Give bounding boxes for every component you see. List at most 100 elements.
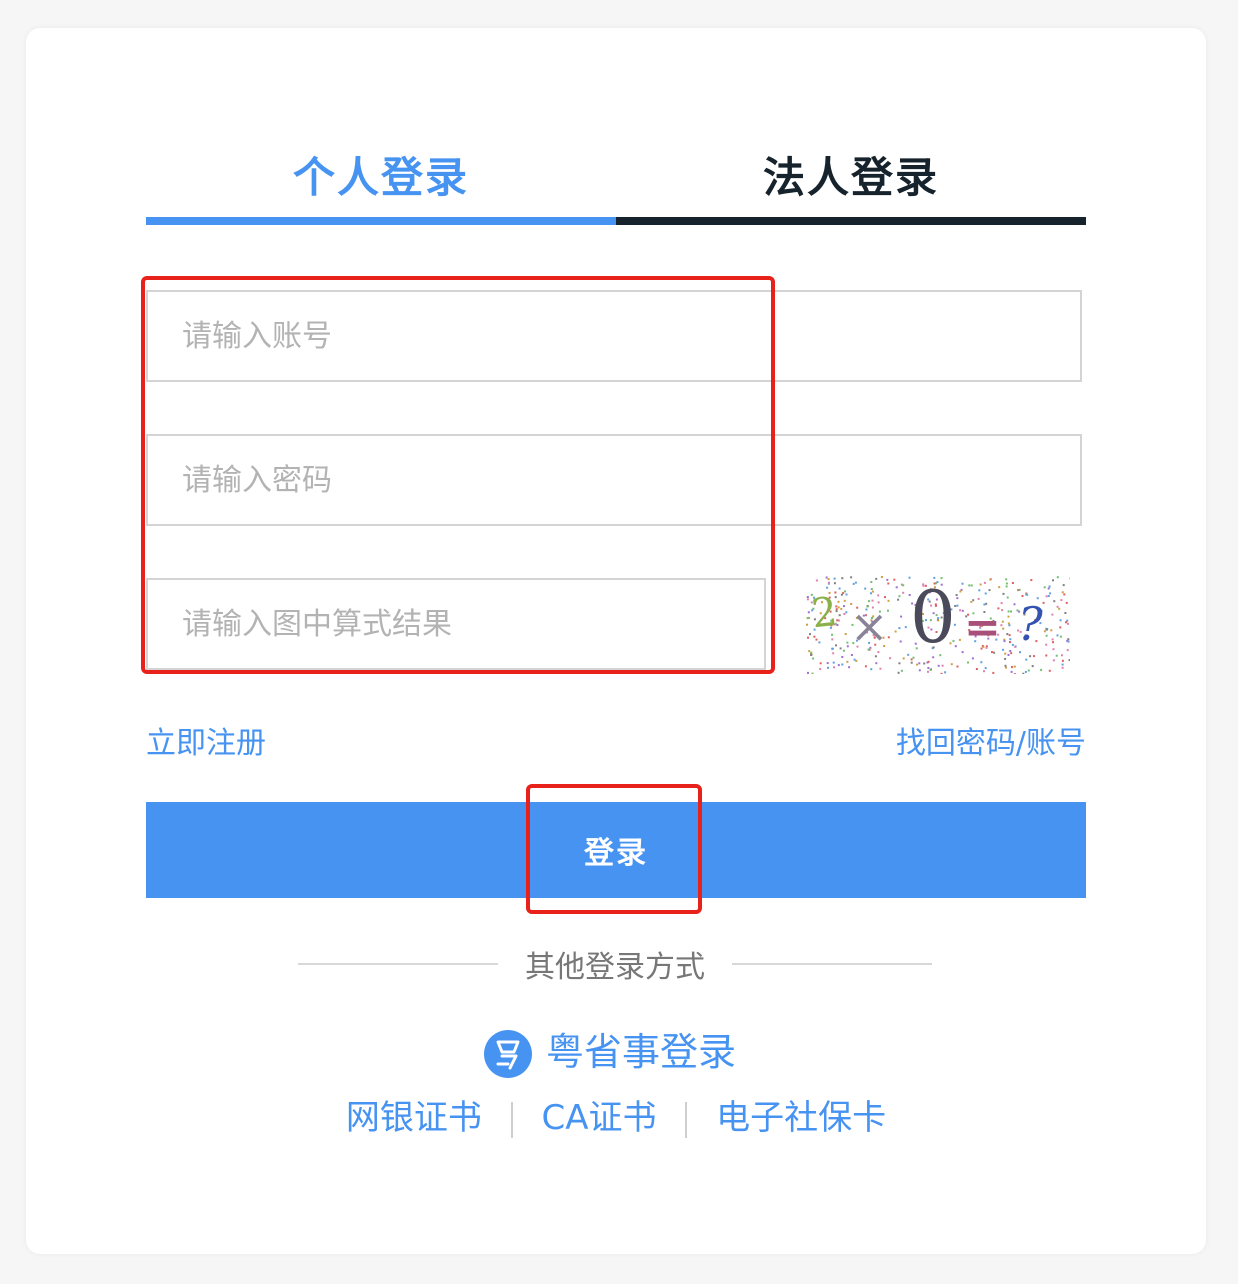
- yueshengshi-logo-icon: [484, 1030, 532, 1078]
- captcha-noise-dot: [1066, 649, 1069, 652]
- captcha-noise-dot: [1043, 630, 1046, 633]
- captcha-noise-dot: [902, 657, 905, 660]
- captcha-noise-dot: [827, 578, 830, 581]
- captcha-noise-dot: [1059, 619, 1062, 622]
- tab-personal-label: 个人登录: [292, 153, 469, 202]
- captcha-noise-dot: [1011, 666, 1013, 669]
- captcha-noise-dot: [1045, 595, 1048, 598]
- captcha-noise-dot: [846, 645, 849, 648]
- captcha-noise-dot: [806, 598, 809, 601]
- other-login-methods: 网银证书 CA证书 电子社保卡: [26, 1096, 1206, 1140]
- social-security-card-link[interactable]: 电子社保卡: [716, 1098, 886, 1138]
- captcha-noise-dot: [1056, 634, 1059, 637]
- captcha-noise-dot: [837, 664, 840, 667]
- captcha-noise-dot: [944, 671, 947, 674]
- captcha-noise-dot: [1043, 586, 1046, 589]
- captcha-noise-dot: [1004, 657, 1007, 660]
- tab-personal-login[interactable]: 个人登录: [146, 28, 616, 226]
- captcha-noise-dot: [806, 596, 809, 598]
- captcha-noise-dot: [1068, 659, 1070, 662]
- captcha-noise-dot: [980, 661, 983, 664]
- captcha-noise-dot: [841, 577, 844, 580]
- captcha-noise-dot: [855, 659, 858, 662]
- captcha-noise-dot: [1056, 605, 1059, 608]
- captcha-noise-dot: [897, 598, 900, 601]
- tab-legal-login[interactable]: 法人登录: [616, 28, 1086, 226]
- captcha-noise-dot: [819, 662, 822, 665]
- recover-account-link[interactable]: 找回密码/账号: [896, 718, 1086, 762]
- password-field: [146, 434, 1082, 526]
- bank-certificate-link[interactable]: 网银证书: [346, 1098, 482, 1138]
- captcha-noise-dot: [984, 667, 987, 670]
- captcha-noise-dot: [959, 609, 962, 612]
- captcha-noise-dot: [927, 660, 930, 663]
- captcha-noise-dot: [929, 668, 932, 671]
- captcha-noise-dot: [840, 607, 843, 610]
- captcha-image[interactable]: 2 × 0 = ?: [806, 576, 1070, 674]
- captcha-noise-dot: [998, 586, 1001, 589]
- captcha-noise-dot: [877, 594, 880, 597]
- captcha-noise-dot: [1052, 648, 1055, 651]
- captcha-noise-dot: [879, 667, 882, 670]
- captcha-noise-dot: [1025, 658, 1028, 661]
- captcha-noise-dot: [887, 582, 890, 585]
- captcha-noise-dot: [910, 661, 913, 664]
- captcha-noise-dot: [1010, 670, 1013, 673]
- captcha-char-4: =: [964, 602, 1001, 653]
- captcha-noise-dot: [852, 582, 855, 585]
- captcha-noise-dot: [808, 650, 811, 653]
- captcha-noise-dot: [844, 633, 847, 635]
- captcha-noise-dot: [979, 583, 982, 586]
- captcha-noise-dot: [988, 589, 991, 592]
- captcha-noise-dot: [918, 662, 921, 665]
- login-card: 个人登录 法人登录 2 × 0 = ? 立即注册 找回密码/账号 登录 其他登录…: [26, 28, 1206, 1254]
- divider-left: [298, 963, 498, 965]
- account-field: [146, 290, 1082, 382]
- captcha-noise-dot: [832, 652, 835, 655]
- register-link[interactable]: 立即注册: [146, 718, 266, 762]
- captcha-noise-dot: [886, 578, 889, 581]
- captcha-noise-dot: [845, 611, 848, 614]
- captcha-noise-dot: [1067, 622, 1069, 625]
- captcha-noise-dot: [846, 641, 849, 644]
- captcha-noise-dot: [893, 578, 896, 581]
- captcha-noise-dot: [1002, 648, 1005, 651]
- captcha-noise-dot: [958, 638, 961, 641]
- captcha-noise-dot: [870, 588, 873, 590]
- captcha-noise-dot: [815, 638, 818, 641]
- ca-certificate-link[interactable]: CA证书: [542, 1098, 657, 1138]
- captcha-noise-dot: [1065, 621, 1067, 624]
- captcha-noise-dot: [978, 589, 981, 592]
- captcha-noise-dot: [989, 578, 992, 581]
- captcha-noise-dot: [1006, 596, 1009, 599]
- password-input[interactable]: [148, 436, 1080, 524]
- captcha-noise-dot: [828, 581, 830, 584]
- captcha-noise-dot: [1040, 668, 1043, 671]
- captcha-noise-dot: [874, 655, 877, 658]
- captcha-input[interactable]: [148, 580, 764, 668]
- captcha-noise-dot: [826, 586, 829, 589]
- captcha-noise-dot: [1059, 626, 1062, 629]
- captcha-noise-dot: [871, 590, 874, 593]
- captcha-noise-dot: [992, 671, 995, 674]
- captcha-noise-dot: [1061, 654, 1063, 657]
- captcha-noise-dot: [807, 611, 810, 614]
- other-login-label: 其他登录方式: [525, 950, 705, 985]
- captcha-noise-dot: [967, 661, 969, 664]
- captcha-noise-dot: [845, 593, 848, 596]
- captcha-noise-dot: [970, 584, 973, 587]
- captcha-noise-dot: [1066, 639, 1069, 642]
- captcha-noise-dot: [1019, 651, 1021, 654]
- captcha-noise-dot: [941, 664, 944, 667]
- captcha-noise-dot: [1029, 655, 1032, 658]
- captcha-noise-dot: [833, 582, 836, 585]
- account-input[interactable]: [148, 292, 1080, 380]
- login-button[interactable]: 登录: [146, 802, 1086, 898]
- captcha-field: [146, 578, 766, 670]
- captcha-noise-dot: [811, 672, 814, 674]
- captcha-noise-dot: [1005, 582, 1008, 585]
- captcha-noise-dot: [870, 592, 872, 595]
- captcha-char-1: 2: [809, 589, 839, 637]
- captcha-noise-dot: [972, 599, 975, 602]
- captcha-noise-dot: [975, 668, 978, 670]
